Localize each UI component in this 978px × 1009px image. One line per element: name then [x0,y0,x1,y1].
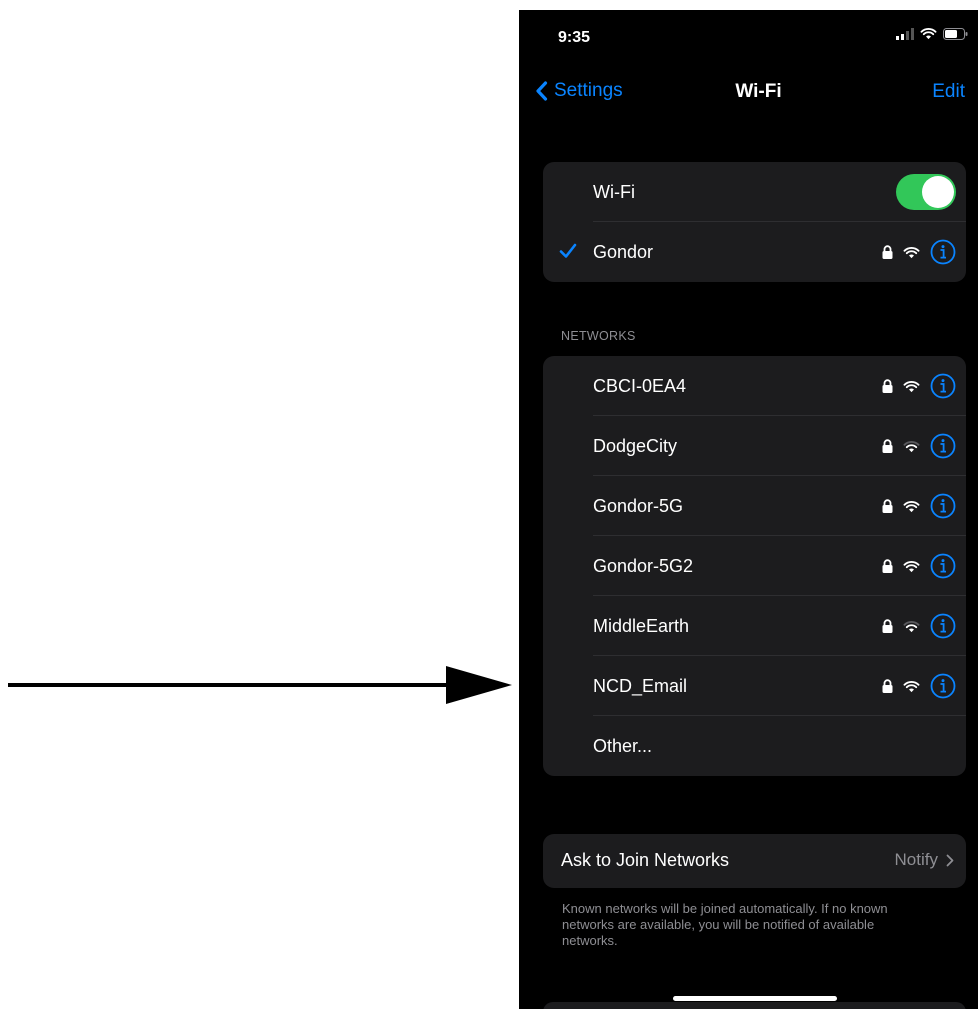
wifi-signal-icon [903,246,920,258]
wifi-signal-icon [903,680,920,692]
checkmark-icon [559,243,577,258]
wifi-toggle[interactable] [896,174,956,210]
info-button[interactable] [930,493,956,519]
home-indicator[interactable] [673,996,837,1001]
info-button[interactable] [930,553,956,579]
network-row[interactable]: MiddleEarth [543,596,966,656]
networks-section-header: NETWORKS [561,329,636,343]
lock-icon [882,439,893,453]
wifi-signal-weak-icon [903,440,920,452]
ask-to-join-value-text: Notify [894,850,938,869]
lock-icon [882,559,893,573]
status-icons [896,27,968,40]
info-button[interactable] [930,373,956,399]
chevron-right-icon [946,854,954,866]
network-row[interactable]: DodgeCity [543,416,966,476]
ask-to-join-footer: Known networks will be joined automatica… [562,901,888,948]
lock-icon [882,499,893,513]
wifi-signal-icon [903,560,920,572]
connected-network-row[interactable]: Gondor [543,222,966,282]
cellular-signal-icon [896,27,914,40]
network-row[interactable]: Gondor-5G2 [543,536,966,596]
ask-to-join-value: Notify [895,850,954,870]
wifi-toggle-row: Wi-Fi [543,162,966,222]
lock-icon [882,679,893,693]
other-network-row[interactable]: Other... [543,716,966,776]
info-icon [930,433,956,459]
lock-icon [882,245,893,259]
annotation-arrow [8,666,512,704]
other-network-label: Other... [593,735,653,756]
status-time: 9:35 [558,29,591,46]
ask-to-join-label: Ask to Join Networks [561,850,730,870]
info-icon [930,613,956,639]
network-name: DodgeCity [593,435,678,456]
network-row[interactable]: NCD_Email [543,656,966,716]
wifi-status-icon [920,28,937,40]
networks-card: CBCI-0EA4 DodgeCity Gondor-5G Gondor-5G2… [543,356,966,776]
wifi-signal-weak-icon [903,620,920,632]
next-section-card [543,1002,966,1009]
wifi-card: Wi-Fi Gondor [543,162,966,282]
network-row[interactable]: Gondor-5G [543,476,966,536]
wifi-signal-icon [903,380,920,392]
info-button[interactable] [930,613,956,639]
network-name: Gondor-5G [593,495,684,516]
lock-icon [882,379,893,393]
info-icon [930,373,956,399]
info-button[interactable] [930,239,956,265]
network-name: CBCI-0EA4 [593,375,687,396]
phone-screen: 9:35 Settings Wi-Fi Edit Wi-Fi Gondor NE… [519,10,978,1009]
battery-icon [943,27,968,40]
wifi-label: Wi-Fi [593,181,635,202]
page-title-text: Wi-Fi [735,81,782,102]
info-icon [930,239,956,265]
edit-button[interactable]: Edit [932,81,965,103]
ask-to-join-row[interactable]: Ask to Join Networks Notify [543,834,966,888]
info-button[interactable] [930,433,956,459]
connected-network-name: Gondor [593,241,654,262]
info-button[interactable] [930,673,956,699]
info-icon [930,553,956,579]
info-icon [930,673,956,699]
lock-icon [882,619,893,633]
info-icon [930,493,956,519]
page-title: Wi-Fi [519,81,978,103]
network-name: Gondor-5G2 [593,555,694,576]
toggle-knob [922,176,954,208]
wifi-signal-icon [903,500,920,512]
network-row[interactable]: CBCI-0EA4 [543,356,966,416]
network-name: MiddleEarth [593,615,690,636]
network-name: NCD_Email [593,675,688,696]
